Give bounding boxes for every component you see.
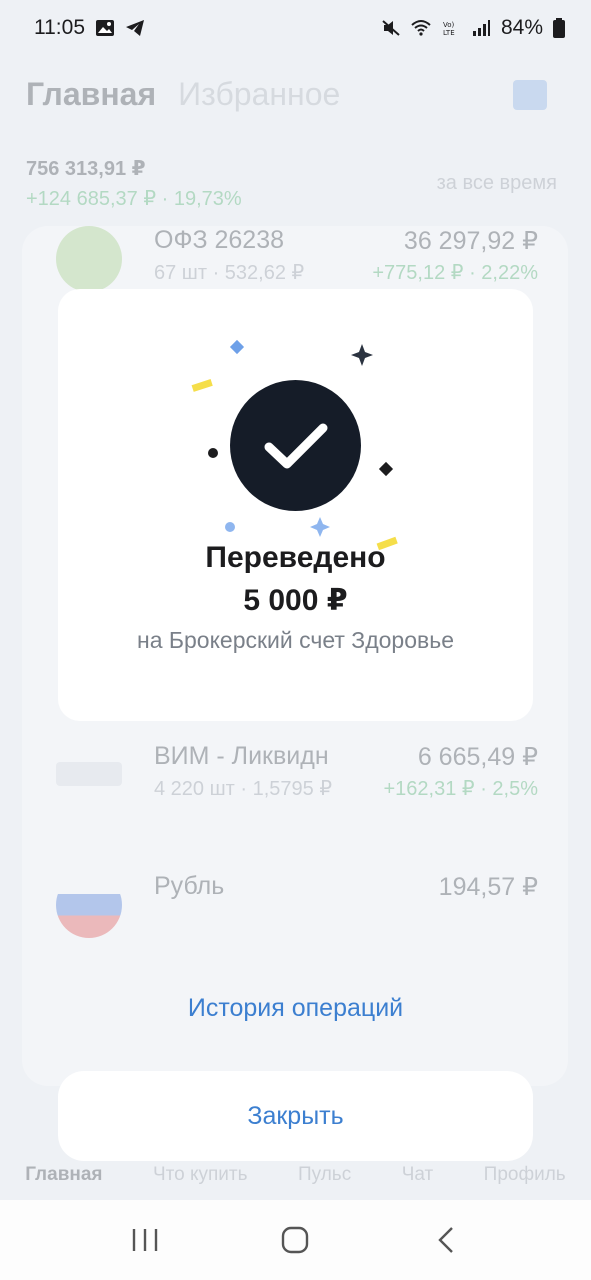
wifi-icon bbox=[411, 20, 431, 36]
asset-name: ОФЗ 26238 bbox=[154, 226, 285, 254]
asset-row: ОФЗ 26238 67 шт · 532,62 ₽ 36 297,92 ₽ +… bbox=[56, 226, 538, 296]
recent-apps-icon bbox=[132, 1229, 158, 1251]
close-button[interactable]: Закрыть bbox=[58, 1071, 533, 1161]
volte-icon: Vo)LTE bbox=[443, 21, 455, 37]
transfer-destination: на Брокерский счет Здоровье bbox=[137, 627, 454, 653]
recent-apps-button[interactable] bbox=[115, 1215, 175, 1265]
gift-icon bbox=[513, 80, 547, 110]
confetti-yellow-strip bbox=[191, 379, 213, 392]
home-button[interactable] bbox=[265, 1215, 325, 1265]
svg-text:Vo): Vo) bbox=[443, 21, 455, 29]
nav-chat: Чат bbox=[401, 1164, 434, 1185]
asset-sub: 4 220 шт · 1,5795 ₽ bbox=[154, 778, 333, 800]
nav-pulse: Пульс bbox=[297, 1164, 352, 1185]
battery-icon bbox=[553, 18, 565, 38]
asset-value: 194,57 ₽ bbox=[438, 873, 538, 901]
tab-favorites: Избранное bbox=[178, 76, 341, 112]
telegram-icon bbox=[126, 20, 144, 36]
battery-level: 84% bbox=[500, 16, 543, 39]
transfer-amount: 5 000 ₽ bbox=[243, 584, 348, 617]
system-nav-bar bbox=[0, 1200, 591, 1280]
success-dialog: Переведено 5 000 ₽ на Брокерский счет Зд… bbox=[58, 289, 533, 721]
home-icon bbox=[282, 1226, 309, 1254]
bottom-nav: Главная Что купить Пульс Чат Профиль bbox=[0, 1164, 591, 1186]
asset-name: Рубль bbox=[154, 872, 225, 900]
vim-logo-icon bbox=[56, 762, 122, 786]
confetti-blue-diamond bbox=[229, 339, 245, 355]
ruble-flag-icon bbox=[56, 872, 122, 938]
portfolio-total: 756 313,91 ₽ bbox=[26, 158, 146, 180]
success-check-icon bbox=[230, 380, 361, 511]
asset-change: +162,31 ₽ · 2,5% bbox=[383, 778, 539, 800]
signal-icon bbox=[472, 20, 490, 36]
confetti-blue-dot bbox=[225, 522, 235, 532]
nav-what-to-buy: Что купить bbox=[152, 1164, 248, 1185]
tab-main: Главная bbox=[26, 76, 157, 112]
gallery-icon bbox=[96, 20, 114, 36]
asset-row: Рубль 194,57 ₽ bbox=[56, 872, 538, 942]
asset-change: +775,12 ₽ · 2,22% bbox=[372, 262, 538, 284]
confetti-dark-dot bbox=[208, 448, 218, 458]
ofz-logo-icon bbox=[56, 226, 122, 292]
history-link[interactable]: История операций bbox=[0, 994, 591, 1023]
confetti-dark-star bbox=[351, 344, 373, 366]
svg-text:LTE: LTE bbox=[443, 29, 455, 37]
asset-sub: 67 шт · 532,62 ₽ bbox=[154, 262, 305, 284]
back-icon bbox=[438, 1227, 453, 1253]
dialog-title: Переведено bbox=[205, 541, 386, 574]
status-time: 11:05 bbox=[34, 16, 85, 39]
asset-value: 36 297,92 ₽ bbox=[403, 227, 538, 255]
back-button[interactable] bbox=[416, 1215, 476, 1265]
mute-icon bbox=[382, 20, 400, 36]
top-tabs: Главная Избранное bbox=[26, 76, 340, 113]
portfolio-change: +124 685,37 ₽ · 19,73% bbox=[26, 188, 242, 210]
asset-row: ВИМ - Ликвидн 4 220 шт · 1,5795 ₽ 6 665,… bbox=[56, 742, 538, 812]
status-bar: 11:05 Vo) LTE 84% bbox=[0, 0, 591, 56]
checkmark-icon bbox=[264, 423, 327, 468]
asset-value: 6 665,49 ₽ bbox=[417, 743, 538, 771]
nav-main: Главная bbox=[25, 1164, 103, 1185]
confetti-blue-star bbox=[310, 517, 330, 537]
nav-profile: Профиль bbox=[483, 1164, 566, 1185]
asset-name: ВИМ - Ликвидн bbox=[154, 742, 329, 770]
confetti-dark-diamond bbox=[378, 461, 394, 477]
period-selector: за все время bbox=[436, 172, 557, 194]
